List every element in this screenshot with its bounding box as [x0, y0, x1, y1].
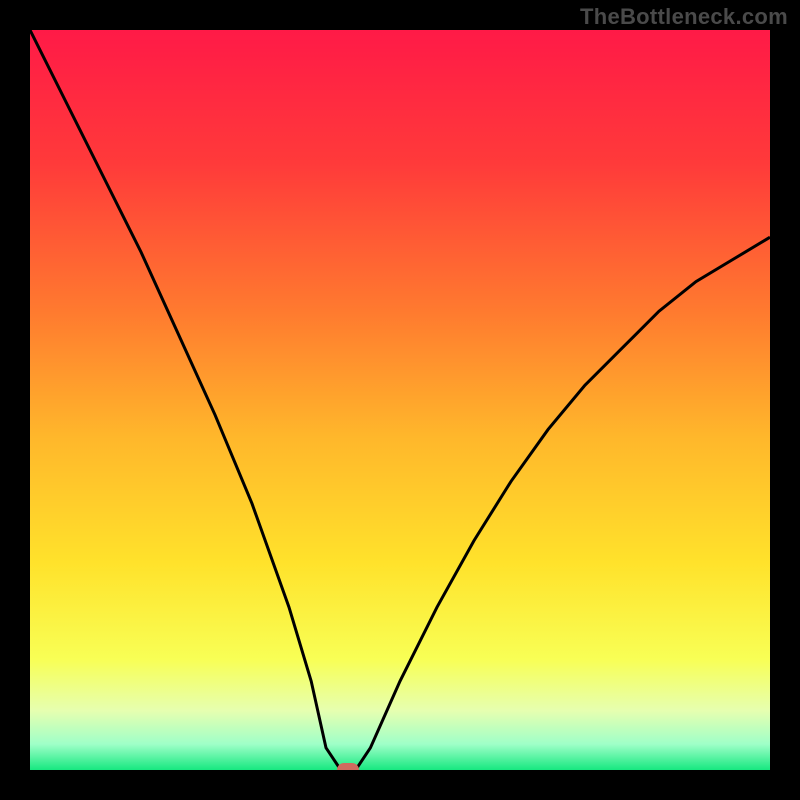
chart-frame: TheBottleneck.com	[0, 0, 800, 800]
optimal-marker	[337, 763, 359, 770]
gradient-background	[30, 30, 770, 770]
plot-area	[30, 30, 770, 770]
watermark-text: TheBottleneck.com	[580, 4, 788, 30]
chart-svg	[30, 30, 770, 770]
